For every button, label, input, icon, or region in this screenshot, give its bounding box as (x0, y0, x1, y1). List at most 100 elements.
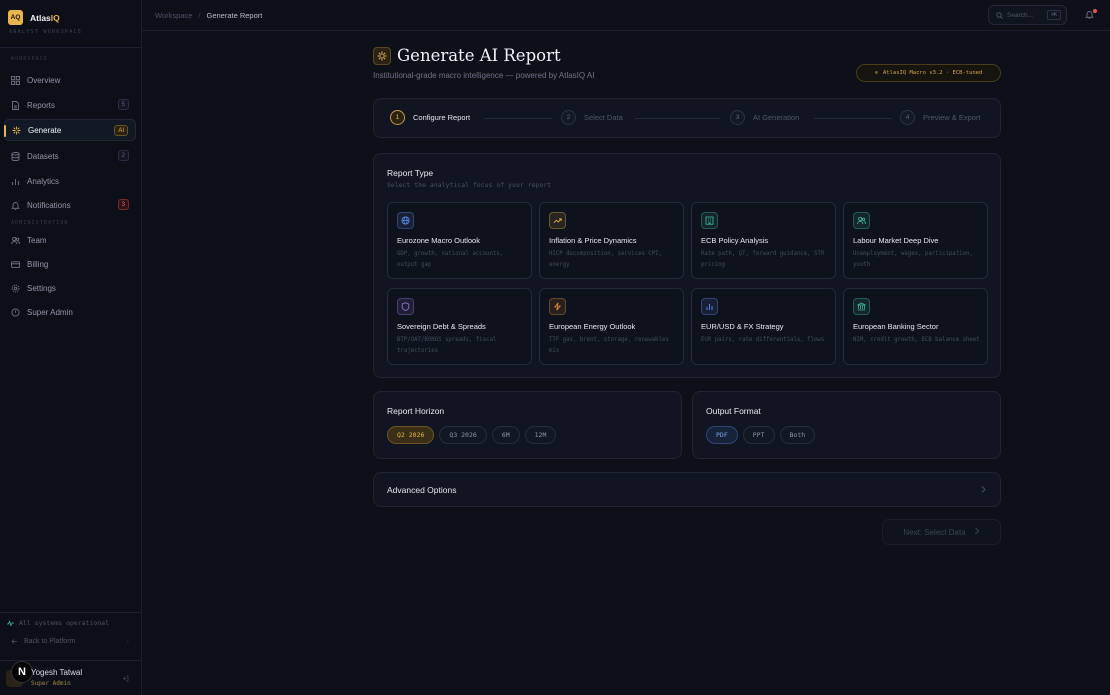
section-title: Output Format (706, 406, 761, 416)
bar-chart-icon (11, 177, 20, 186)
sidebar-item-super-admin[interactable]: Super Admin (4, 301, 136, 323)
step-ai-generation[interactable]: 3 AI Generation (730, 110, 799, 125)
report-type-tile[interactable]: Eurozone Macro Outlook GDP, growth, natio… (387, 202, 532, 279)
page-title: Generate AI Report (397, 46, 561, 65)
tile-description: HICP decomposition, services CPI, energy (549, 251, 662, 268)
report-type-tile[interactable]: Labour Market Deep Dive Unemployment, wag… (843, 202, 988, 279)
sidebar-item-team[interactable]: Team (4, 229, 136, 251)
sidebar-item-label: Datasets (27, 151, 59, 161)
pulse-icon (7, 619, 14, 627)
sidebar-item-label: Analytics (27, 176, 60, 186)
tile-description: TTF gas, brent, storage, renewables mix (549, 337, 669, 354)
tile-description: Unemployment, wages, participation, yout… (853, 251, 973, 268)
horizon-option[interactable]: 12M (524, 426, 557, 444)
section-subtitle: Select the analytical focus of your repo… (387, 182, 552, 189)
step-preview-export[interactable]: 4 Preview & Export (900, 110, 981, 125)
report-type-tile[interactable]: Sovereign Debt & Spreads BTP/OAT/BONOS sp… (387, 288, 532, 365)
sparkle-icon (12, 126, 21, 135)
tile-title: Eurozone Macro Outlook (397, 236, 480, 245)
format-options: PDF PPT Both (706, 426, 820, 444)
report-type-tile[interactable]: Inflation & Price Dynamics HICP decomposi… (539, 202, 684, 279)
horizon-option[interactable]: Q3 2026 (439, 426, 487, 444)
step-select-data[interactable]: 2 Select Data (561, 110, 623, 125)
count-badge: 2 (117, 150, 129, 161)
format-option[interactable]: PDF (706, 426, 738, 444)
report-type-tile[interactable]: European Energy Outlook TTF gas, brent, s… (539, 288, 684, 365)
step-number: 4 (900, 110, 915, 125)
tile-description: NIM, credit growth, ECB balance sheet (853, 337, 980, 343)
brand-name: AtlasIQ (30, 12, 60, 23)
system-status: All systems operational (7, 619, 109, 627)
sidebar-item-notifications[interactable]: Notifications 3 (4, 194, 136, 216)
horizon-option[interactable]: Q2 2026 (387, 426, 435, 444)
sidebar-item-label: Overview (27, 75, 61, 85)
sidebar-item-analytics[interactable]: Analytics (4, 170, 136, 192)
users-icon (853, 212, 870, 229)
breadcrumb-current: Generate Report (206, 11, 263, 20)
brand-logo: AQ (8, 10, 23, 25)
section-title: Report Horizon (387, 406, 445, 416)
sidebar-item-generate[interactable]: Generate AI (4, 119, 136, 141)
shield-icon (397, 298, 414, 315)
sidebar-item-overview[interactable]: Overview (4, 69, 136, 91)
sidebar-item-billing[interactable]: Billing (4, 253, 136, 275)
section-title: Report Type (387, 168, 434, 178)
advanced-options-toggle[interactable]: Advanced Options (373, 472, 1001, 507)
horizon-option[interactable]: 6M (491, 426, 520, 444)
back-to-platform-link[interactable]: Back to Platform › (11, 638, 129, 645)
tile-title: European Banking Sector (853, 322, 939, 331)
next-button[interactable]: Next: Select Data (882, 519, 1001, 545)
breadcrumb-root[interactable]: Workspace (155, 11, 192, 20)
report-type-tile[interactable]: EUR/USD & FX Strategy EUR pairs, rate dif… (691, 288, 836, 365)
report-horizon-card: Report Horizon Q2 2026 Q3 2026 6M 12M (373, 391, 682, 459)
count-badge: 3 (117, 199, 129, 210)
sidebar-item-datasets[interactable]: Datasets 2 (4, 145, 136, 167)
search-placeholder: Search... (1007, 11, 1034, 19)
lightning-icon (549, 298, 566, 315)
model-badge: ✲ AtlasIQ Macro v3.2 · ECB-tuned (856, 64, 1001, 82)
format-option[interactable]: Both (779, 426, 816, 444)
step-number: 1 (390, 110, 405, 125)
report-type-tile[interactable]: ECB Policy Analysis Rate path, QT, forwar… (691, 202, 836, 279)
stepper: 1 Configure Report 2 Select Data 3 AI Ge… (373, 98, 1001, 138)
sidebar-item-reports[interactable]: Reports 5 (4, 94, 136, 116)
step-configure-report[interactable]: 1 Configure Report (390, 110, 470, 125)
chevron-right-icon (974, 527, 980, 537)
sidebar-item-label: Settings (27, 283, 56, 293)
sidebar-item-label: Team (27, 235, 47, 245)
bell-icon (11, 201, 20, 210)
breadcrumb: Workspace / Generate Report (155, 11, 262, 20)
notification-dot (1093, 9, 1097, 13)
logout-icon[interactable] (122, 675, 129, 682)
user-name: Yogesh Tatwal (31, 668, 83, 677)
sidebar-item-label: Notifications (27, 200, 71, 210)
tile-title: EUR/USD & FX Strategy (701, 322, 784, 331)
output-format-card: Output Format PDF PPT Both (692, 391, 1001, 459)
nav-section-admin: ADMINISTRATION (11, 220, 69, 226)
user-profile[interactable]: N Yogesh Tatwal Super Admin (0, 660, 141, 695)
format-option[interactable]: PPT (742, 426, 775, 444)
count-badge: 5 (117, 99, 129, 110)
back-label: Back to Platform (24, 638, 76, 645)
tile-title: Labour Market Deep Dive (853, 236, 939, 245)
overlay-n-badge: N (11, 661, 33, 683)
chevron-right-icon: › (126, 638, 129, 645)
page-subtitle: Institutional-grade macro intelligence —… (373, 71, 595, 80)
step-label: Preview & Export (923, 113, 981, 122)
report-type-tile[interactable]: European Banking Sector NIM, credit growt… (843, 288, 988, 365)
sidebar-item-settings[interactable]: Settings (4, 277, 136, 299)
step-connector (814, 118, 892, 119)
notifications-button[interactable] (1083, 8, 1097, 22)
shield-icon (11, 307, 20, 317)
ai-badge: AI (114, 125, 128, 136)
search-input[interactable]: Search... ⌘K (988, 5, 1067, 25)
topbar: Workspace / Generate Report Search... ⌘K (142, 0, 1110, 31)
trending-up-icon (549, 212, 566, 229)
tile-title: Sovereign Debt & Spreads (397, 322, 486, 331)
sidebar-item-label: Billing (27, 259, 49, 269)
document-icon (11, 100, 20, 110)
brand[interactable]: AQ AtlasIQ (8, 10, 60, 25)
brand-subtitle: ANALYST WORKSPACE (9, 29, 83, 35)
step-connector (635, 118, 720, 119)
globe-icon (397, 212, 414, 229)
